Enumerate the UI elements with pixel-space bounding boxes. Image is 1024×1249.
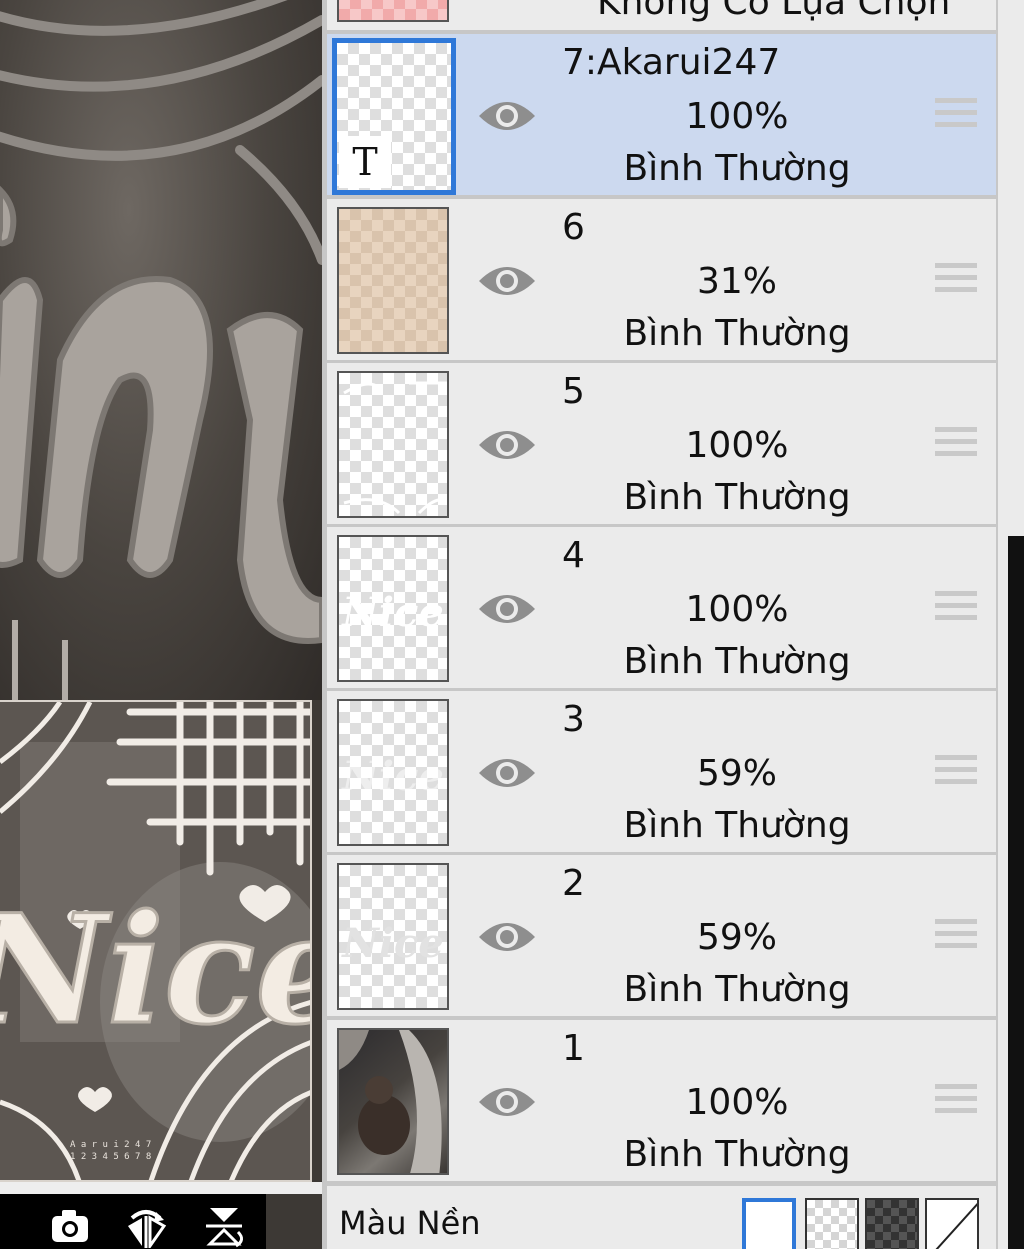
layer-blend-mode: Bình Thường (623, 805, 851, 846)
layer-thumbnail[interactable]: Nice (337, 535, 449, 682)
layer-thumbnail[interactable]: Nice (337, 699, 449, 846)
preview-nice-text: Nice (0, 882, 312, 1058)
layer-row[interactable]: T 7:Akarui247 100% Bình Thường (327, 34, 996, 195)
background-color-row: Màu Nền (327, 1186, 996, 1249)
visibility-eye-icon[interactable] (477, 579, 537, 639)
text-layer-icon: T (339, 136, 391, 188)
layer-thumbnail[interactable]: T (332, 38, 456, 195)
layer-opacity: 59% (696, 917, 777, 958)
layer-name: 3 (562, 699, 585, 740)
canvas-preview: Nice A a r u i 2 4 7 1 2 3 4 5 6 7 8 (0, 700, 312, 1182)
layer-name: 7:Akarui247 (562, 42, 781, 83)
layer-row[interactable]: Nice 2 59% Bình Thường (327, 855, 996, 1016)
visibility-eye-icon[interactable] (477, 86, 537, 146)
layer-row[interactable]: 6 31% Bình Thường (327, 199, 996, 360)
thumbnail-text-preview: Nice (342, 753, 444, 800)
layer-row-partial[interactable]: Không Có Lựa Chọn (327, 0, 996, 30)
layer-opacity: 59% (696, 753, 777, 794)
layer-thumbnail[interactable]: Nice (337, 863, 449, 1010)
layer-blend-mode: Bình Thường (623, 641, 851, 682)
layer-thumbnail[interactable] (337, 207, 449, 354)
layer-row[interactable]: 5 100% Bình Thường (327, 363, 996, 524)
drag-handle-icon[interactable] (935, 1084, 977, 1118)
bg-swatch-transparent-dark[interactable] (865, 1198, 919, 1249)
layer-name: 5 (562, 371, 585, 412)
layer-opacity: 31% (696, 261, 777, 302)
bg-swatch-transparent-light[interactable] (805, 1198, 859, 1249)
scroll-area (1008, 536, 1024, 1249)
canvas-area[interactable]: Nice A a r u i 2 4 7 1 2 3 4 5 6 7 8 (0, 0, 322, 1249)
layer-name: 2 (562, 863, 585, 904)
layer-row[interactable]: Nice 3 59% Bình Thường (327, 691, 996, 852)
layer-name: 1 (562, 1028, 585, 1069)
layer-row[interactable]: Nice 4 100% Bình Thường (327, 527, 996, 688)
layer-action-icon[interactable] (0, 1204, 16, 1248)
visibility-eye-icon[interactable] (477, 415, 537, 475)
visibility-eye-icon[interactable] (477, 1072, 537, 1132)
drag-handle-icon[interactable] (935, 98, 977, 132)
background-color-label: Màu Nền (339, 1204, 481, 1242)
layer-mode-label: Không Có Lựa Chọn (597, 0, 951, 23)
drag-handle-icon[interactable] (935, 591, 977, 625)
layer-opacity: 100% (685, 425, 789, 466)
flip-horizontal-icon[interactable] (124, 1204, 168, 1249)
drag-handle-icon[interactable] (935, 755, 977, 789)
flip-vertical-icon[interactable] (202, 1204, 246, 1248)
layer-thumbnail[interactable] (337, 371, 449, 518)
svg-text:A a r u i 2 4 7: A a r u i 2 4 7 (70, 1140, 151, 1150)
thumbnail-text-preview: Nice (342, 920, 444, 967)
drag-handle-icon[interactable] (935, 919, 977, 953)
canvas-bottom-strip (0, 1182, 322, 1194)
visibility-eye-icon[interactable] (477, 251, 537, 311)
bg-swatch-none[interactable] (925, 1198, 979, 1249)
layer-blend-mode: Bình Thường (623, 313, 851, 354)
layer-blend-mode: Bình Thường (623, 1134, 851, 1175)
camera-icon[interactable] (48, 1204, 92, 1248)
layer-row[interactable]: 1 100% Bình Thường (327, 1020, 996, 1181)
layer-blend-mode: Bình Thường (623, 969, 851, 1010)
visibility-eye-icon[interactable] (477, 907, 537, 967)
drag-handle-icon[interactable] (935, 427, 977, 461)
canvas-artwork (0, 0, 322, 700)
layer-thumbnail (337, 0, 449, 22)
visibility-eye-icon[interactable] (477, 743, 537, 803)
layer-blend-mode: Bình Thường (623, 148, 851, 189)
layer-thumbnail[interactable] (337, 1028, 449, 1175)
preview-artwork: Nice A a r u i 2 4 7 1 2 3 4 5 6 7 8 (0, 702, 312, 1180)
layers-panel: Không Có Lựa Chọn T 7:Akarui247 100% Bìn… (322, 0, 998, 1249)
layer-opacity: 100% (685, 96, 789, 137)
layer-name: 4 (562, 535, 585, 576)
layer-name: 6 (562, 207, 585, 248)
drag-handle-icon[interactable] (935, 263, 977, 297)
bg-swatch-white[interactable] (742, 1198, 796, 1249)
layer-opacity: 100% (685, 589, 789, 630)
canvas-toolbar (0, 1194, 266, 1249)
canvas-zoomed-view[interactable] (0, 0, 322, 700)
svg-text:1 2 3 4 5 6 7 8: 1 2 3 4 5 6 7 8 (70, 1152, 151, 1162)
layer-opacity: 100% (685, 1082, 789, 1123)
thumbnail-text-preview: Nice (342, 589, 444, 636)
layer-blend-mode: Bình Thường (623, 477, 851, 518)
